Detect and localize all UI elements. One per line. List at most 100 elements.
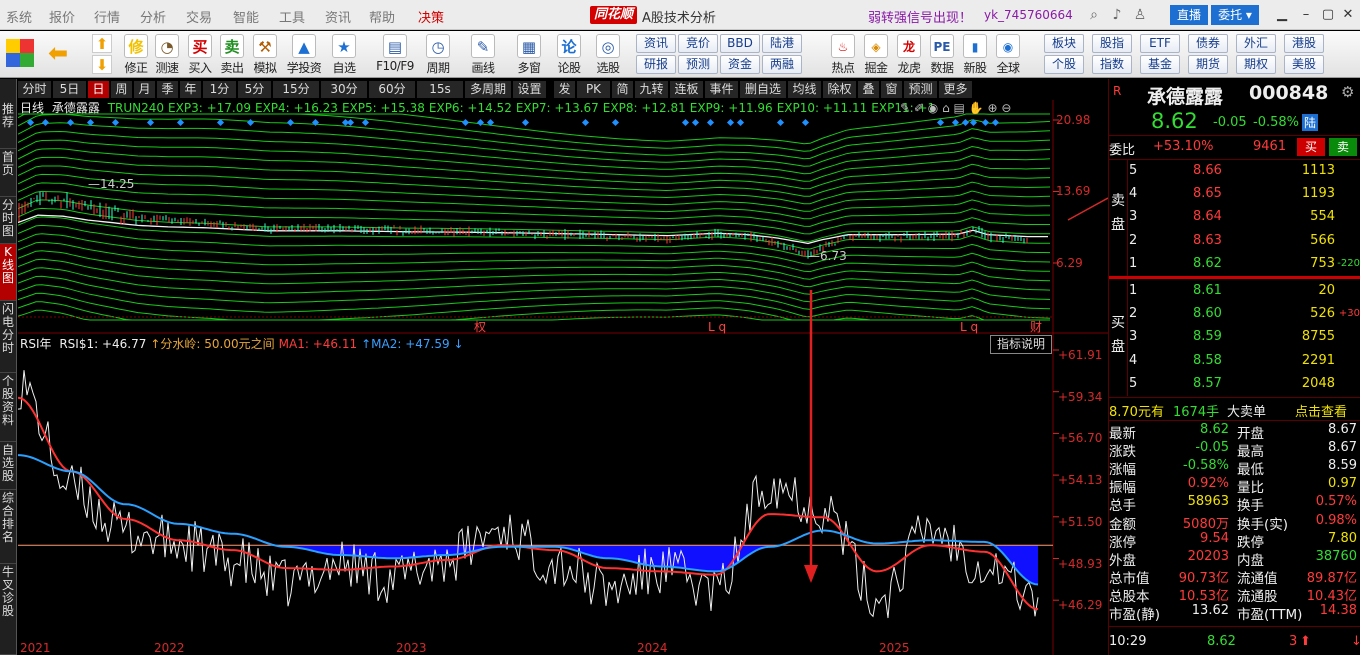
toolbar-button[interactable]: PE 数据 [925, 33, 959, 75]
up-arrow-icon[interactable]: ⬆ [92, 34, 112, 53]
period-tab[interactable]: 5日 [53, 81, 87, 98]
kline-chart-area[interactable]: —14.25 —6.73 权 L q L q 财 [18, 100, 1108, 655]
nav-item[interactable]: 综合排名 [0, 490, 16, 564]
period-tab[interactable]: 多周期 [465, 81, 512, 98]
period-tab[interactable]: 日 [88, 81, 110, 98]
sell-button[interactable]: 卖 [1329, 138, 1357, 156]
toolbar-button[interactable]: ▤ F10/F9 [372, 33, 418, 75]
market-button[interactable]: 外汇 [1236, 34, 1276, 53]
indicator-explain-button[interactable]: 指标说明 [990, 335, 1052, 354]
toolbar-button[interactable]: ▦ 多窗 [510, 33, 548, 75]
menu-item[interactable]: 资讯 [325, 7, 351, 26]
period-tab[interactable]: 周 [111, 81, 133, 98]
market-button[interactable]: ETF [1140, 34, 1180, 53]
nav-item[interactable]: 首页 [0, 149, 16, 197]
period-tab[interactable]: 窗 [881, 81, 903, 98]
live-button[interactable]: 直播 [1170, 5, 1208, 25]
toolbar-small-button[interactable]: 资金 [720, 55, 760, 74]
menu-item[interactable]: 智能 [233, 7, 259, 26]
market-button[interactable]: 股指 [1092, 34, 1132, 53]
toolbar-button[interactable]: ▮ 新股 [958, 33, 992, 75]
draw-icon[interactable]: ✎ [900, 101, 910, 115]
period-tab[interactable]: 除权 [823, 81, 857, 98]
nav-item[interactable]: 推荐 [0, 101, 16, 149]
toolbar-button[interactable]: ♨ 热点 [826, 33, 860, 75]
market-button[interactable]: 个股 [1044, 55, 1084, 74]
chart-canvas[interactable]: —14.25 —6.73 权 L q L q 财 [18, 100, 1108, 655]
period-tab[interactable]: 发 [554, 81, 576, 98]
settings-gear-icon[interactable]: ⚙ [1341, 83, 1354, 101]
period-tab[interactable]: 均线 [788, 81, 822, 98]
toolbar-small-button[interactable]: 竞价 [678, 34, 718, 53]
period-tab[interactable]: 月 [134, 81, 156, 98]
menu-item[interactable]: 分析 [140, 7, 166, 26]
toolbar-button[interactable]: 论论股 [550, 33, 588, 75]
period-tab[interactable]: 5分 [238, 81, 272, 98]
toolbar-button[interactable]: ⚒ 模拟 [246, 33, 284, 75]
grid-menu-icon[interactable] [6, 39, 34, 67]
menu-item[interactable]: 行情 [94, 7, 120, 26]
period-tab[interactable]: 60分 [369, 81, 416, 98]
menu-item[interactable]: 系统 [6, 7, 32, 26]
signal-alert[interactable]: 弱转强信号出现！ [868, 7, 972, 26]
toolbar-small-button[interactable]: 研报 [636, 55, 676, 74]
nav-item[interactable]: 闪电分时 [0, 301, 16, 373]
period-tab[interactable]: 年 [180, 81, 202, 98]
down-arrow-icon[interactable]: ⬇ [92, 55, 112, 74]
nav-item[interactable]: 分时图 [0, 197, 16, 244]
toolbar-button[interactable]: ◎ 选股 [589, 33, 627, 75]
market-button[interactable]: 期权 [1236, 55, 1276, 74]
lock-icon[interactable]: ⌂ [942, 101, 950, 115]
menu-item[interactable]: 报价 [49, 7, 75, 26]
zoom-in-icon[interactable]: ⊕ [988, 101, 998, 115]
user-id[interactable]: yk_745760664 [984, 8, 1073, 22]
menu-item[interactable]: 决策 [418, 7, 444, 26]
market-button[interactable]: 港股 [1284, 34, 1324, 53]
nav-item[interactable]: 牛叉诊股 [0, 564, 16, 655]
period-tab[interactable]: 删自选 [740, 81, 787, 98]
toolbar-button[interactable]: ◉ 全球 [991, 33, 1025, 75]
period-tab[interactable]: 更多 [939, 81, 973, 98]
period-tab[interactable]: 30分 [321, 81, 368, 98]
nav-item[interactable]: K线图 [0, 244, 16, 301]
toolbar-small-button[interactable]: 两融 [762, 55, 802, 74]
print-icon[interactable]: ▤ [954, 101, 965, 115]
period-tab[interactable]: 叠 [858, 81, 880, 98]
shirt-icon[interactable]: ♙ [1131, 6, 1149, 24]
toolbar-small-button[interactable]: BBD [720, 34, 760, 53]
zoom-out-icon[interactable]: ⊖ [1001, 101, 1011, 115]
period-tab[interactable]: 季 [157, 81, 179, 98]
period-tab[interactable]: 预测 [904, 81, 938, 98]
market-button[interactable]: 指数 [1092, 55, 1132, 74]
toolbar-button[interactable]: ▲ 学投资 [285, 33, 323, 75]
toolbar-button[interactable]: 龙龙虎 [892, 33, 926, 75]
market-button[interactable]: 美股 [1284, 55, 1324, 74]
toolbar-button[interactable]: ✎ 画线 [464, 33, 502, 75]
menu-item[interactable]: 工具 [279, 7, 305, 26]
hand-icon[interactable]: ✋ [969, 101, 984, 115]
toolbar-button[interactable]: ◈ 掘金 [859, 33, 893, 75]
big-order-link[interactable]: 点击查看 [1295, 401, 1347, 420]
period-tab[interactable]: 1分 [203, 81, 237, 98]
period-tab[interactable]: 设置 [513, 81, 547, 98]
menu-item[interactable]: 交易 [186, 7, 212, 26]
market-button[interactable]: 板块 [1044, 34, 1084, 53]
menu-icon[interactable]: ▁ [1272, 5, 1292, 25]
nav-item[interactable]: 自选股 [0, 442, 16, 490]
minimize-icon[interactable]: – [1296, 5, 1316, 25]
period-tab[interactable]: 九转 [635, 81, 669, 98]
toolbar-small-button[interactable]: 陆港 [762, 34, 802, 53]
search-icon[interactable]: ⌕ [1085, 6, 1103, 24]
toolbar-button[interactable]: ◷ 周期 [419, 33, 457, 75]
period-tab[interactable]: 事件 [705, 81, 739, 98]
back-arrow-icon[interactable]: ⬅ [48, 40, 76, 66]
market-button[interactable]: 期货 [1188, 55, 1228, 74]
maximize-icon[interactable]: ▢ [1318, 5, 1338, 25]
menu-item[interactable]: 帮助 [369, 7, 395, 26]
market-button[interactable]: 债券 [1188, 34, 1228, 53]
entrust-button[interactable]: 委托 ▾ [1211, 5, 1259, 25]
period-tab[interactable]: 分时 [18, 81, 52, 98]
period-tab[interactable]: 15s [417, 81, 464, 98]
buy-button[interactable]: 买 [1297, 138, 1325, 156]
period-tab[interactable]: 简 [612, 81, 634, 98]
